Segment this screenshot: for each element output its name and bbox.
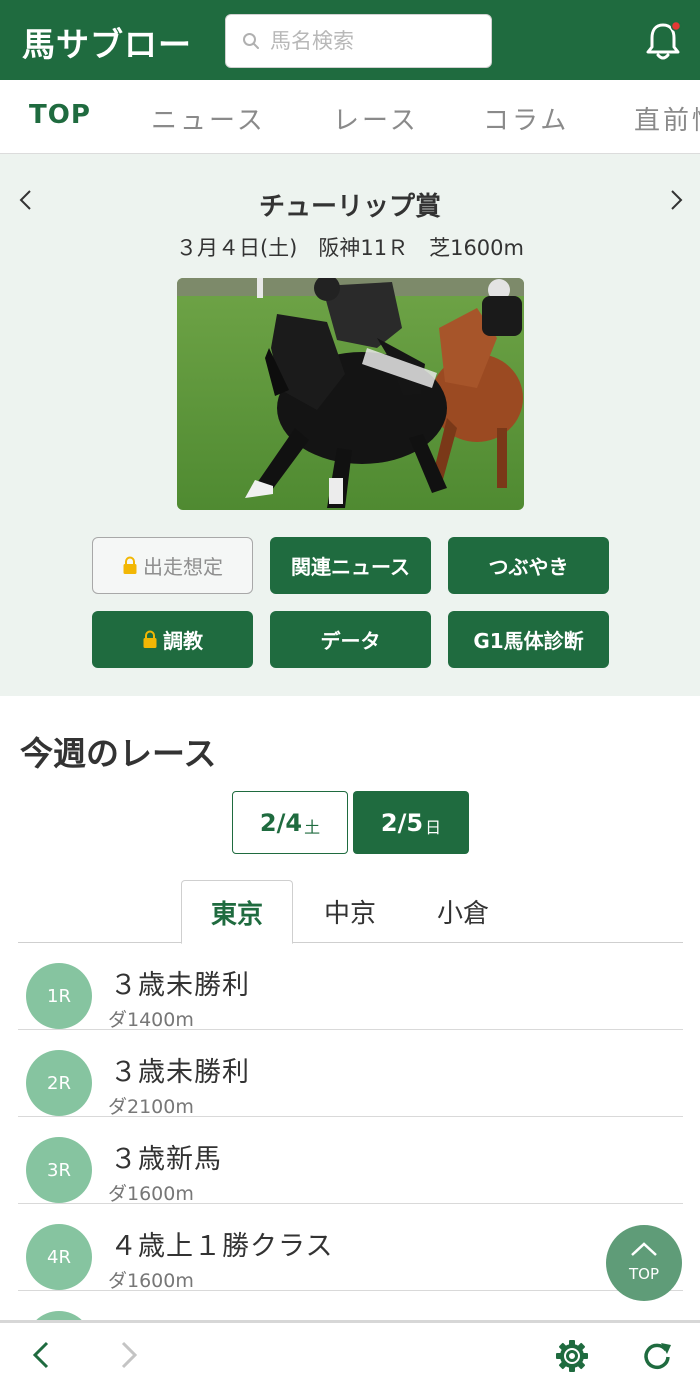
venue-tabs: 東京 中京 小倉 (18, 880, 683, 944)
main-nav: TOP ニュース レース コラム 直前情報 (0, 80, 700, 154)
featured-race-info: ３月４日(土) 阪神11Ｒ 芝1600m (175, 236, 524, 260)
notification-bell-icon[interactable] (643, 20, 683, 64)
race-row-partial[interactable] (18, 1291, 683, 1377)
g1-body-diagnosis-button[interactable]: G1馬体診断 (448, 611, 609, 668)
search-icon (243, 33, 259, 49)
related-news-button[interactable]: 関連ニュース (270, 537, 431, 594)
nav-tab-column[interactable]: コラム (483, 100, 569, 137)
browser-toolbar (0, 1320, 700, 1386)
nav-tab-top[interactable]: TOP (29, 100, 91, 130)
featured-race-photo (177, 278, 524, 510)
lock-icon (143, 630, 157, 648)
training-button[interactable]: 調教 (92, 611, 253, 668)
data-button[interactable]: データ (270, 611, 431, 668)
nav-tab-prerace-info[interactable]: 直前情報 (634, 100, 700, 137)
race-row[interactable]: 2R ３歳未勝利 ダ2100m (18, 1030, 683, 1118)
venue-tab-chukyo[interactable]: 中京 (294, 880, 406, 943)
race-name: ４歳上１勝クラス (110, 1231, 334, 1262)
race-name: ３歳未勝利 (110, 970, 250, 1001)
forward-arrow-icon[interactable] (112, 1339, 144, 1371)
app-header: 馬サブロー (0, 0, 700, 80)
race-row[interactable]: 4R ４歳上１勝クラス ダ1600m (18, 1204, 683, 1292)
race-number-badge: 1R (26, 963, 92, 1029)
settings-gear-icon[interactable] (555, 1339, 589, 1373)
race-row[interactable]: 1R ３歳未勝利 ダ1400m (18, 943, 683, 1031)
scroll-to-top-button[interactable]: TOP (606, 1225, 682, 1301)
race-distance: ダ1600m (108, 1183, 194, 1205)
tweets-button[interactable]: つぶやき (448, 537, 609, 594)
search-input[interactable] (270, 15, 485, 67)
race-number-badge: 4R (26, 1224, 92, 1290)
nav-tab-news[interactable]: ニュース (151, 100, 266, 137)
race-name: ３歳新馬 (110, 1144, 222, 1175)
nav-tab-race[interactable]: レース (333, 100, 419, 137)
lock-icon (123, 556, 137, 574)
date-tab-sat[interactable]: 2/4 土 (232, 791, 348, 854)
race-number-badge: 3R (26, 1137, 92, 1203)
app-logo[interactable]: 馬サブロー (22, 18, 192, 66)
race-name: ３歳未勝利 (110, 1057, 250, 1088)
search-box[interactable] (225, 14, 492, 68)
date-tab-sun[interactable]: 2/5 日 (353, 791, 469, 854)
refresh-icon[interactable] (641, 1339, 673, 1371)
race-distance: ダ1400m (108, 1009, 194, 1031)
entries-forecast-button: 出走想定 (92, 537, 253, 594)
featured-race-title: チューリップ賞 (258, 192, 441, 222)
section-title-this-week: 今週のレース (20, 734, 217, 773)
race-number-badge: 2R (26, 1050, 92, 1116)
race-distance: ダ2100m (108, 1096, 194, 1118)
featured-race: チューリップ賞 ３月４日(土) 阪神11Ｒ 芝1600m 出走想定 関連ニュース… (0, 154, 700, 696)
venue-tab-tokyo[interactable]: 東京 (181, 880, 293, 944)
venue-tab-kokura[interactable]: 小倉 (407, 880, 519, 943)
notification-dot (670, 20, 682, 32)
race-distance: ダ1600m (108, 1270, 194, 1292)
back-arrow-icon[interactable] (26, 1339, 58, 1371)
chevron-up-icon (631, 1242, 657, 1256)
race-row[interactable]: 3R ３歳新馬 ダ1600m (18, 1117, 683, 1205)
